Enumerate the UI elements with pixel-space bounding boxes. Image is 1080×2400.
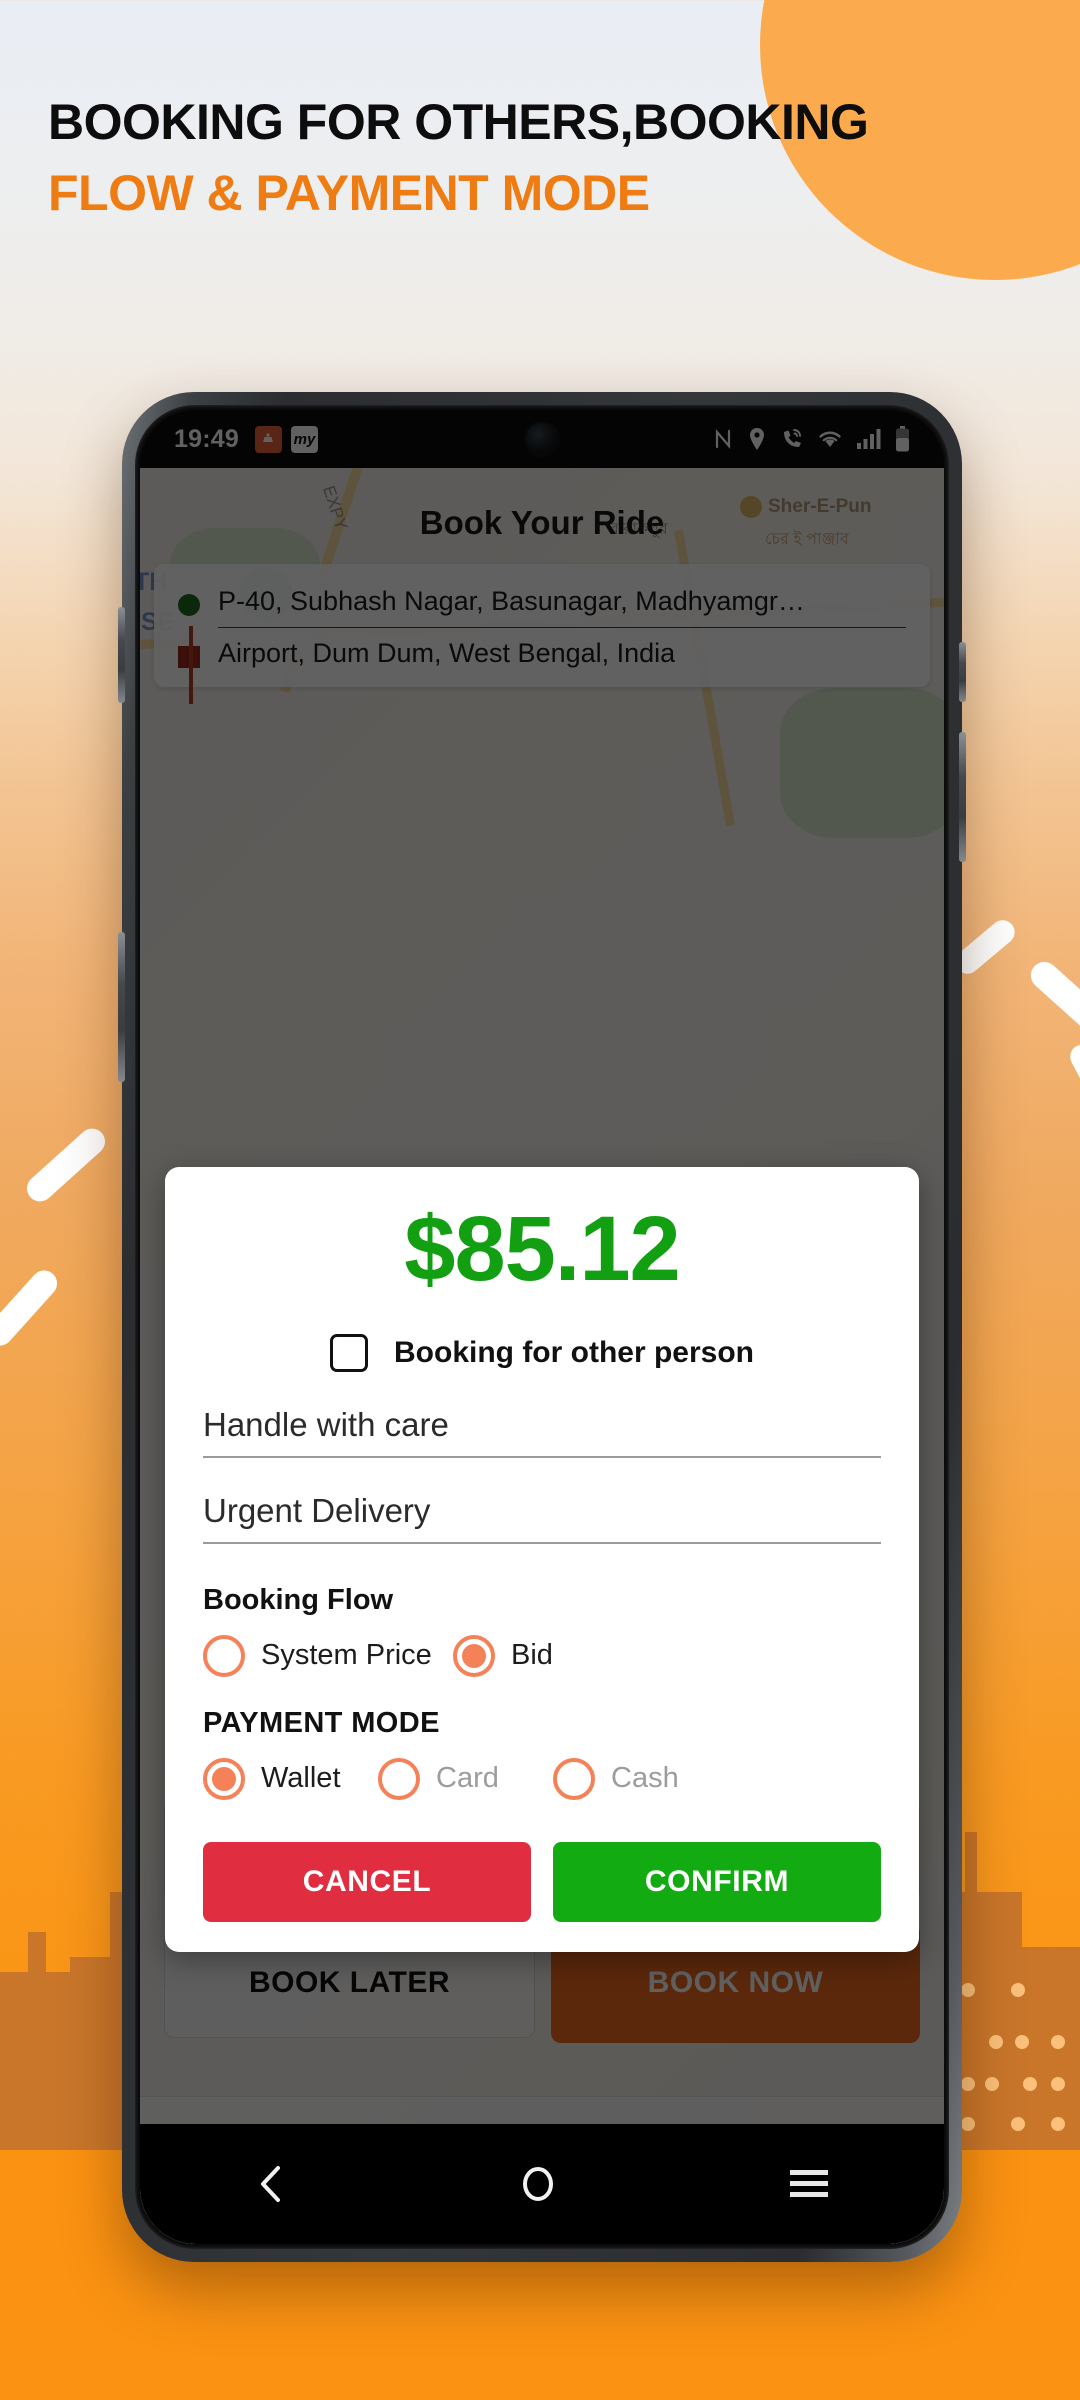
poster-heading-line1: BOOKING FOR OTHERS,BOOKING [48, 94, 869, 150]
booking-flow-options: System Price Bid [203, 1634, 881, 1677]
booking-flow-title: Booking Flow [203, 1583, 394, 1616]
radio-bid-label: Bid [511, 1639, 553, 1672]
radio-system-price-label: System Price [261, 1639, 432, 1672]
poster-header: BOOKING FOR OTHERS,BOOKING FLOW & PAYMEN… [48, 92, 869, 224]
radio-bid[interactable]: Bid [453, 1634, 553, 1677]
total-price: $85.12 [404, 1198, 680, 1300]
decor-dash-5 [1065, 1040, 1080, 1114]
phone-mockup: 19:49 my [118, 392, 966, 2262]
delivery-urgency-underline [203, 1541, 881, 1544]
menu-icon[interactable] [788, 2167, 830, 2201]
handle-instruction-field[interactable]: Handle with care [203, 1406, 881, 1458]
booking-for-other-checkbox[interactable] [330, 1333, 368, 1372]
decor-dash-1 [21, 1123, 111, 1207]
confirm-button[interactable]: CONFIRM [553, 1841, 881, 1922]
radio-card-label: Card [436, 1762, 499, 1795]
radio-card[interactable]: Card [378, 1757, 553, 1800]
delivery-urgency-value: Urgent Delivery [203, 1491, 431, 1529]
phone-button-assistant[interactable] [959, 732, 966, 862]
booking-for-other-row[interactable]: Booking for other person [203, 1333, 881, 1372]
radio-bid-circle[interactable] [453, 1634, 495, 1677]
radio-wallet[interactable]: Wallet [203, 1757, 378, 1800]
decor-dash-4 [1025, 956, 1080, 1041]
phone-bezel: 19:49 my [135, 405, 949, 2249]
radio-cash-label: Cash [611, 1762, 679, 1795]
radio-system-price[interactable]: System Price [203, 1634, 453, 1677]
payment-mode-options: Wallet Card Cash [203, 1757, 881, 1800]
radio-system-price-circle[interactable] [203, 1634, 245, 1677]
decor-dash-2 [0, 1265, 63, 1351]
phone-screen: 19:49 my [140, 410, 944, 2244]
home-circle-icon[interactable] [517, 2162, 559, 2206]
android-navigation-bar [140, 2124, 944, 2244]
delivery-urgency-field[interactable]: Urgent Delivery [203, 1492, 881, 1544]
booking-confirm-dialog: $85.12 Booking for other person Handle w… [165, 1167, 919, 1952]
radio-cash[interactable]: Cash [553, 1757, 679, 1800]
phone-button-volume-down[interactable] [118, 932, 125, 1082]
radio-wallet-circle[interactable] [203, 1757, 245, 1800]
radio-wallet-label: Wallet [261, 1762, 341, 1795]
radio-card-circle[interactable] [378, 1757, 420, 1800]
handle-instruction-underline [203, 1455, 881, 1458]
poster-heading-line2: FLOW & PAYMENT MODE [48, 165, 650, 221]
back-icon[interactable] [254, 2162, 288, 2206]
radio-cash-circle[interactable] [553, 1757, 595, 1800]
cancel-button[interactable]: CANCEL [203, 1841, 531, 1922]
phone-button-volume-up[interactable] [118, 607, 125, 703]
booking-for-other-label: Booking for other person [394, 1335, 754, 1369]
handle-instruction-value: Handle with care [203, 1405, 449, 1443]
phone-button-power[interactable] [959, 642, 966, 702]
payment-mode-title: PAYMENT MODE [203, 1706, 440, 1739]
dialog-actions: CANCEL CONFIRM [203, 1841, 881, 1952]
